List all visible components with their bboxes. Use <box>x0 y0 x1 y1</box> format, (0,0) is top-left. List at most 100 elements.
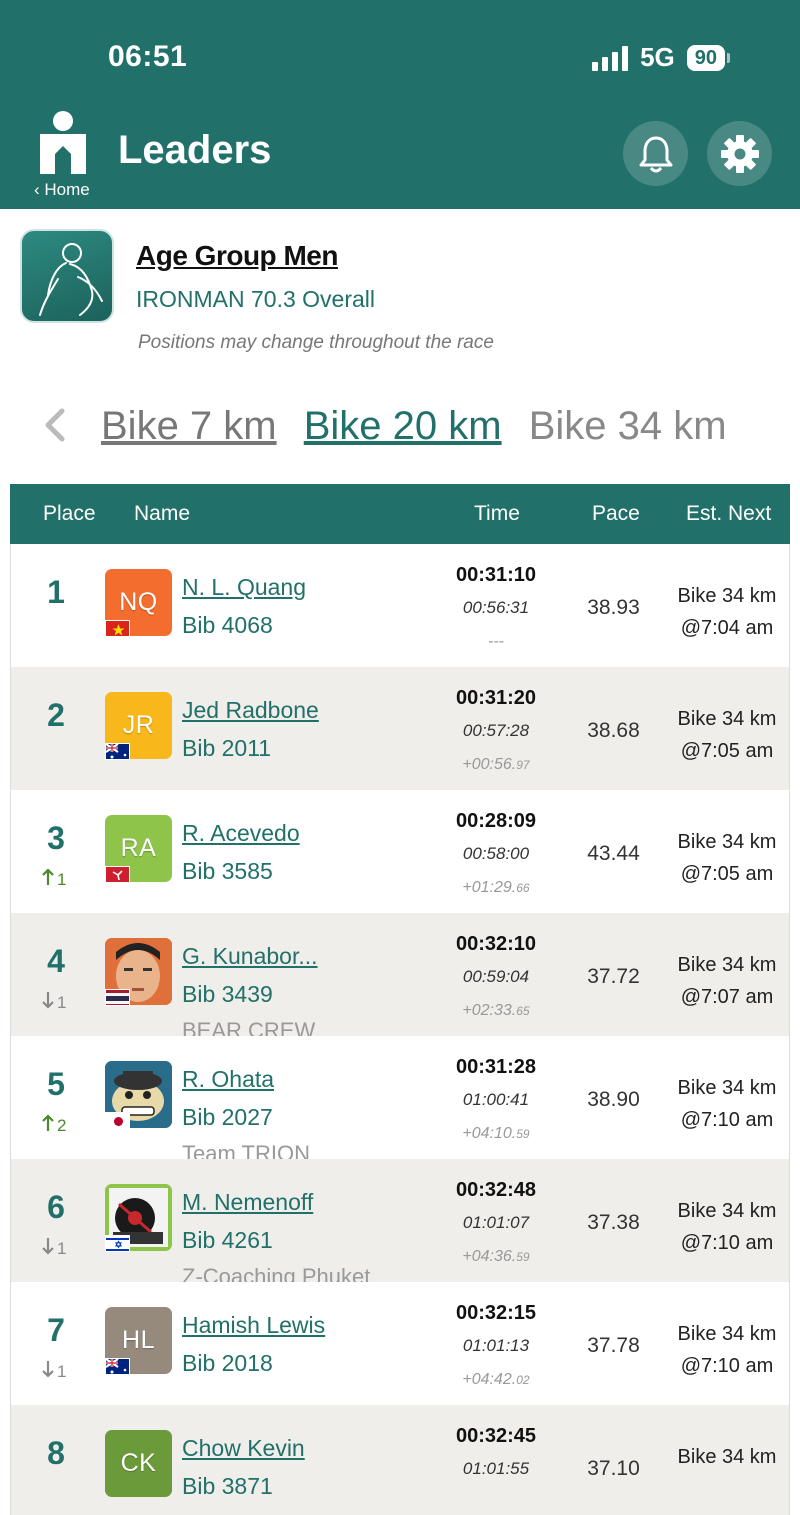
app-header: 06:51 5G 90 ‹ Home Leaders <box>0 0 800 209</box>
segment-time: 00:31:28 <box>455 1056 537 1078</box>
time-gap-main: +01:29. <box>462 879 517 896</box>
time-gap: +04:36.59 <box>431 1248 561 1266</box>
time-gap-main: +04:10. <box>462 1125 517 1142</box>
table-row[interactable]: 2 JR Jed Radbone Bib 2011 00:31:20 00:57:28 +0… <box>10 667 790 790</box>
arrow-down-icon <box>41 991 55 1014</box>
home-label: Home <box>44 180 90 199</box>
group-title-link[interactable]: Age Group Men <box>136 240 338 272</box>
athlete-name-link[interactable]: Jed Radbone <box>182 697 319 724</box>
place-number: 6 <box>47 1189 65 1225</box>
arrow-down-icon <box>41 1237 55 1260</box>
athlete-name-link[interactable]: M. Nemenoff <box>182 1189 313 1216</box>
position-change-value: 1 <box>57 869 67 889</box>
total-time: 00:56:31 <box>462 598 530 617</box>
position-change: 1 <box>41 991 66 1014</box>
chevron-left-icon[interactable] <box>40 405 70 445</box>
col-name: Name <box>134 502 191 525</box>
position-change: 2 <box>41 1114 66 1137</box>
bib-number: Bib 4261 <box>182 1227 273 1253</box>
table-row[interactable]: 6 1 M. Nemenoff Bib 4261 Z-Coaching Phuket 00… <box>10 1159 790 1289</box>
segment-tab-bike-7km[interactable]: Bike 7 km <box>101 404 277 449</box>
flag-vn-icon <box>105 620 130 637</box>
col-place: Place <box>43 502 96 525</box>
time-gap-main: +00:56. <box>462 756 517 773</box>
bib-number: Bib 2011 <box>182 735 272 761</box>
segment-tabs: Bike 7 km Bike 20 km Bike 34 km <box>101 404 800 449</box>
total-time: 01:01:13 <box>462 1336 530 1355</box>
time-gap-hundredths: 97 <box>516 758 530 772</box>
pace-value: 43.44 <box>587 842 640 865</box>
time-gap: +00:56.97 <box>431 756 561 774</box>
time-gap-main: +04:36. <box>462 1248 517 1265</box>
flag-il-icon <box>105 1235 130 1252</box>
athlete-name-link[interactable]: N. L. Quang <box>182 574 306 601</box>
est-next: Bike 34 km <box>666 1441 788 1473</box>
ironman-logo-icon <box>40 111 86 174</box>
status-indicators: 5G 90 <box>592 42 730 73</box>
athlete-name-link[interactable]: R. Acevedo <box>182 820 300 847</box>
time-gap-main: +02:33. <box>462 1002 517 1019</box>
table-row[interactable]: 3 1 RA R. Acevedo Bib 3585 00:28:09 00:58:00 +0… <box>10 790 790 913</box>
time-gap-main: --- <box>488 633 504 650</box>
athlete-name-link[interactable]: R. Ohata <box>182 1066 274 1093</box>
time-gap: +04:10.59 <box>431 1125 561 1143</box>
est-next-segment: Bike 34 km <box>677 585 777 607</box>
place-number: 4 <box>47 943 65 979</box>
segment-time: 00:31:20 <box>455 687 537 709</box>
battery-level: 90 <box>686 44 725 71</box>
col-pace: Pace <box>592 502 640 525</box>
position-change-value: 1 <box>57 1361 67 1381</box>
bell-icon <box>639 136 672 172</box>
place-number: 1 <box>47 574 65 610</box>
bib-number: Bib 4068 <box>182 612 273 638</box>
home-back-link[interactable]: ‹ Home <box>34 180 90 200</box>
position-change: 1 <box>41 1237 66 1260</box>
est-next-time: @7:05 am <box>680 863 774 885</box>
flag-jp-icon <box>105 1112 130 1129</box>
table-row[interactable]: 5 2 R. Ohata Bib 2027 Team TRION 00:31:28 01:0… <box>10 1036 790 1166</box>
segment-tab-bike-34km[interactable]: Bike 34 km <box>529 404 727 449</box>
time-gap-hundredths: 02 <box>516 1373 530 1387</box>
est-next-segment: Bike 34 km <box>677 708 777 730</box>
table-row[interactable]: 4 1 G. Kunabor... Bib 3439 BEAR CREW 00:32:10… <box>10 913 790 1043</box>
positions-note: Positions may change throughout the race <box>138 332 494 353</box>
avatar-initials: NQ <box>119 588 158 616</box>
athlete-name-link[interactable]: G. Kunabor... <box>182 943 318 970</box>
est-next-time: @7:07 am <box>680 986 774 1008</box>
est-next: Bike 34 km @7:10 am <box>666 1195 788 1259</box>
athlete-name-link[interactable]: Chow Kevin <box>182 1435 305 1462</box>
place-number: 8 <box>47 1435 65 1471</box>
flag-th-icon <box>105 989 130 1006</box>
segment-tab-bike-20km[interactable]: Bike 20 km <box>304 404 502 449</box>
flag-im-icon <box>105 866 130 883</box>
table-row[interactable]: 8 CK Chow Kevin Bib 3871 00:32:45 01:01:55 37.… <box>10 1405 790 1515</box>
group-subtitle: IRONMAN 70.3 Overall <box>136 286 376 312</box>
col-est-next: Est. Next <box>686 502 772 525</box>
notifications-button[interactable] <box>623 121 688 186</box>
settings-button[interactable] <box>707 121 772 186</box>
est-next-time: @7:10 am <box>680 1232 774 1254</box>
est-next-time: @7:04 am <box>680 617 774 639</box>
est-next: Bike 34 km @7:10 am <box>666 1072 788 1136</box>
time-gap: +04:42.02 <box>431 1371 561 1389</box>
gear-icon <box>720 134 759 173</box>
runner-icon <box>20 229 114 323</box>
segment-time: 00:28:09 <box>455 810 537 832</box>
table-row[interactable]: 1 NQ N. L. Quang Bib 4068 00:31:10 00:56:31 --… <box>10 544 790 667</box>
athlete-name-link[interactable]: Hamish Lewis <box>182 1312 325 1339</box>
position-change-value: 1 <box>57 1238 67 1258</box>
arrow-up-icon <box>41 1114 55 1137</box>
time-gap-hundredths: 66 <box>516 881 530 895</box>
col-time: Time <box>474 502 520 525</box>
pace-value: 38.93 <box>587 596 640 619</box>
avatar-initials: RA <box>120 834 157 862</box>
pace-value: 37.10 <box>587 1457 640 1480</box>
signal-icon <box>592 45 629 71</box>
bib-number: Bib 2018 <box>182 1350 273 1376</box>
pace-value: 38.90 <box>587 1088 640 1111</box>
est-next: Bike 34 km @7:10 am <box>666 1318 788 1382</box>
total-time: 00:58:00 <box>462 844 530 863</box>
time-gap: +01:29.66 <box>431 879 561 897</box>
table-row[interactable]: 7 1 HL Hamish Lewis Bib 2018 00:32:15 01:01:13… <box>10 1282 790 1405</box>
time-gap-hundredths: 59 <box>516 1127 530 1141</box>
